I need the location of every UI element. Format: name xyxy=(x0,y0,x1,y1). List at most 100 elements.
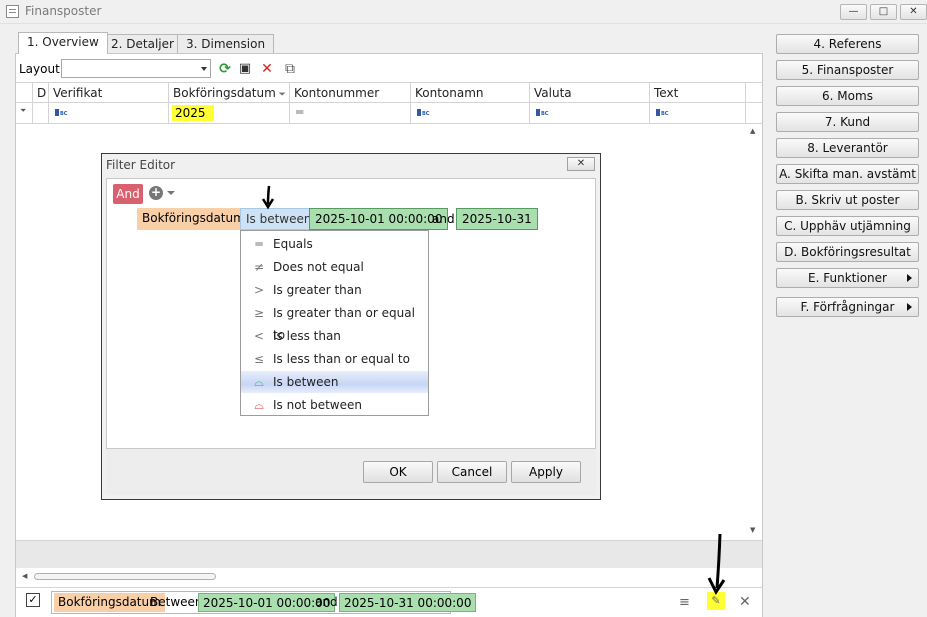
filter-value2-chip: 2025-10-31 00:00:00 xyxy=(339,593,477,612)
filter-editor-close-button[interactable]: ✕ xyxy=(567,157,595,171)
button-leverantor[interactable]: 8. Leverantör xyxy=(776,138,919,158)
button-funktioner-label: E. Funktioner xyxy=(808,271,887,285)
horizontal-scroll-thumb[interactable] xyxy=(34,573,216,580)
filter-funnel-icon: ⏷ xyxy=(275,90,286,100)
equals-icon: ═ xyxy=(296,105,304,119)
vertical-scrollbar[interactable]: ▲ ▼ xyxy=(746,124,762,539)
operator-option-less-than[interactable]: < Is less than xyxy=(241,325,428,347)
greater-or-equal-icon: ≥ xyxy=(253,306,265,320)
operator-option-label: Equals xyxy=(273,237,313,251)
condition-field[interactable]: Bokföringsdatum xyxy=(137,208,250,230)
filter-enabled-checkbox[interactable]: ✓ xyxy=(26,593,40,607)
tab-dimension[interactable]: 3. Dimension xyxy=(177,34,275,54)
minimize-button[interactable]: — xyxy=(840,4,867,20)
filter-cell-d[interactable] xyxy=(33,103,49,123)
column-header-verifikat[interactable]: Verifikat xyxy=(49,83,169,103)
less-than-icon: < xyxy=(253,329,265,343)
submenu-arrow-icon xyxy=(907,274,912,282)
operator-option-label: Is not between xyxy=(273,398,362,412)
filter-list-icon[interactable]: ≡ xyxy=(679,595,690,610)
operator-option-equals[interactable]: ═ Equals xyxy=(241,233,428,255)
scroll-down-icon[interactable]: ▼ xyxy=(750,526,755,534)
operator-option-is-not-between[interactable]: ⌓ Is not between xyxy=(241,394,428,416)
save-icon[interactable]: ▣ xyxy=(237,61,253,77)
column-header-text[interactable]: Text xyxy=(650,83,746,103)
filter-editor-title: Filter Editor xyxy=(106,158,176,172)
filter-cell-kontonummer[interactable]: ═ xyxy=(290,103,411,123)
operator-option-label: Is less than xyxy=(273,329,341,343)
group-operator-button[interactable]: And xyxy=(113,184,143,204)
filter-cell-text[interactable]: BC xyxy=(650,103,746,123)
title-bar: Finansposter — □ ✕ xyxy=(0,0,927,24)
operator-option-is-between[interactable]: ⌓ Is between xyxy=(241,371,428,393)
submenu-arrow-icon xyxy=(907,303,912,311)
filter-cell-verifikat[interactable]: BC xyxy=(49,103,169,123)
auto-filter-row: ⏷ BC 2025 ═ BC BC BC xyxy=(16,103,762,124)
greater-than-icon: > xyxy=(253,283,265,297)
column-header-kontonamn[interactable]: Kontonamn xyxy=(411,83,530,103)
chevron-down-icon xyxy=(201,67,207,71)
operator-option-label: Is greater than xyxy=(273,283,362,297)
column-header-kontonummer[interactable]: Kontonummer xyxy=(290,83,411,103)
button-referens[interactable]: 4. Referens xyxy=(776,34,919,54)
refresh-icon[interactable]: ⟳ xyxy=(217,61,233,77)
condition-value1[interactable]: 2025-10-01 00:00:00 xyxy=(309,208,449,230)
not-equal-icon: ≠ xyxy=(253,260,265,274)
button-upphav-utjamning[interactable]: C. Upphäv utjämning xyxy=(776,216,919,236)
operator-option-label: Does not equal xyxy=(273,260,364,274)
filter-cell-valuta[interactable]: BC xyxy=(530,103,650,123)
filter-cell-bokforingsdatum[interactable]: 2025 xyxy=(169,103,290,123)
ok-button[interactable]: OK xyxy=(363,461,433,483)
button-funktioner[interactable]: E. Funktioner xyxy=(776,268,919,288)
abc-icon: BC xyxy=(417,109,429,118)
delete-icon[interactable]: ✕ xyxy=(259,61,275,77)
operator-option-less-or-equal[interactable]: ≤ Is less than or equal to xyxy=(241,348,428,370)
between-icon: ⌓ xyxy=(254,375,264,389)
maximize-button[interactable]: □ xyxy=(870,4,897,20)
column-header-valuta[interactable]: Valuta xyxy=(530,83,650,103)
layout-combo[interactable] xyxy=(61,59,211,78)
equals-icon: ═ xyxy=(255,237,263,251)
filter-cell-kontonamn[interactable]: BC xyxy=(411,103,530,123)
window-app-icon xyxy=(6,5,19,18)
operator-option-label: Is less than or equal to xyxy=(273,352,410,366)
add-condition-icon[interactable]: + xyxy=(149,186,163,200)
abc-icon: BC xyxy=(536,109,548,118)
button-kund[interactable]: 7. Kund xyxy=(776,112,919,132)
annotation-arrow-icon xyxy=(261,185,275,210)
operator-option-greater-or-equal[interactable]: ≥ Is greater than or equal to xyxy=(241,302,428,342)
layout-label: Layout xyxy=(19,62,60,76)
less-or-equal-icon: ≤ xyxy=(253,352,265,366)
filter-expression[interactable]: Bokföringsdatum Between 2025-10-01 00:00… xyxy=(51,591,477,614)
close-button[interactable]: ✕ xyxy=(900,4,927,20)
scroll-left-icon[interactable]: ◀ xyxy=(22,572,27,580)
window-title: Finansposter xyxy=(25,4,102,18)
condition-operator[interactable]: Is between xyxy=(240,208,318,230)
button-finansposter[interactable]: 5. Finansposter xyxy=(776,60,919,80)
add-dropdown-chevron-icon[interactable] xyxy=(167,191,175,195)
tab-detaljer[interactable]: 2. Detaljer xyxy=(102,34,183,54)
not-between-icon: ⌓ xyxy=(254,398,264,412)
column-header-d[interactable]: D xyxy=(33,83,49,103)
button-skifta-man-avstamt[interactable]: A. Skifta man. avstämt xyxy=(776,164,919,184)
funnel-icon: ⏷ xyxy=(20,106,27,115)
operator-option-greater-than[interactable]: > Is greater than xyxy=(241,279,428,301)
column-header-bokforingsdatum[interactable]: Bokföringsdatum ⏷ xyxy=(169,83,290,103)
operator-option-label: Is between xyxy=(273,375,339,389)
operator-option-does-not-equal[interactable]: ≠ Does not equal xyxy=(241,256,428,278)
scroll-up-icon[interactable]: ▲ xyxy=(750,127,755,135)
button-forfragningar[interactable]: F. Förfrågningar xyxy=(776,297,919,317)
condition-value2[interactable]: 2025-10-31 xyxy=(456,208,538,230)
operator-dropdown: ═ Equals ≠ Does not equal > Is greater t… xyxy=(240,230,429,416)
button-moms[interactable]: 6. Moms xyxy=(776,86,919,106)
annotation-arrow-icon xyxy=(707,533,726,595)
tab-overview[interactable]: 1. Overview xyxy=(18,32,108,54)
copy-icon[interactable]: ⧉ xyxy=(282,61,298,77)
cancel-button[interactable]: Cancel xyxy=(437,461,507,483)
button-bokforingsresultat[interactable]: D. Bokföringsresultat xyxy=(776,242,919,262)
apply-button[interactable]: Apply xyxy=(511,461,581,483)
button-skriv-ut-poster[interactable]: B. Skriv ut poster xyxy=(776,190,919,210)
clear-filter-icon[interactable]: ✕ xyxy=(739,594,751,610)
row-indicator-header xyxy=(16,83,33,103)
grid-header: D Verifikat Bokföringsdatum ⏷ Kontonumme… xyxy=(16,82,762,103)
